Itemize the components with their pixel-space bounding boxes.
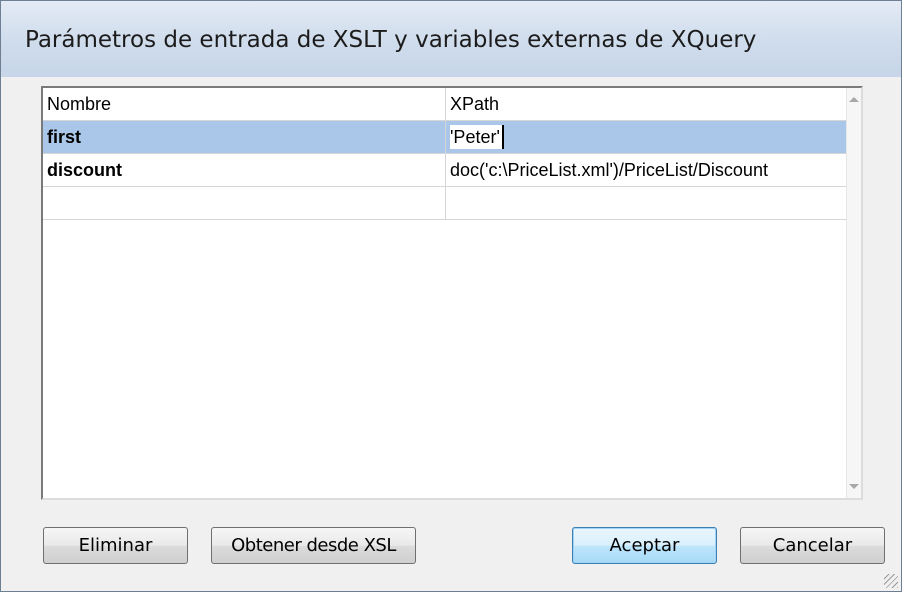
grid-header-row: Nombre XPath — [43, 88, 849, 121]
table-row[interactable]: first 'Peter' — [43, 121, 849, 154]
get-from-xsl-button[interactable]: Obtener desde XSL — [211, 527, 416, 564]
param-xpath-cell[interactable] — [446, 187, 849, 219]
vertical-scrollbar[interactable] — [846, 88, 861, 498]
param-xpath-cell[interactable]: 'Peter' — [446, 121, 849, 153]
dialog-title: Parámetros de entrada de XSLT y variable… — [25, 27, 757, 53]
delete-button[interactable]: Eliminar — [43, 527, 188, 564]
dialog-client-area: Nombre XPath first 'Peter' discount doc(… — [9, 77, 893, 591]
param-name-cell[interactable]: first — [43, 121, 446, 153]
param-name-cell[interactable] — [43, 187, 446, 219]
column-header-xpath[interactable]: XPath — [446, 88, 849, 120]
accept-button[interactable]: Aceptar — [572, 527, 717, 564]
table-row-empty[interactable] — [43, 187, 849, 220]
resize-grip-icon[interactable] — [884, 574, 898, 588]
table-row[interactable]: discount doc('c:\PriceList.xml')/PriceLi… — [43, 154, 849, 187]
cancel-button[interactable]: Cancelar — [740, 527, 885, 564]
scroll-up-arrow-icon[interactable] — [849, 97, 859, 102]
grid-rows: Nombre XPath first 'Peter' discount doc(… — [43, 88, 849, 220]
xpath-edit-field[interactable]: 'Peter' — [450, 125, 504, 149]
param-name-cell[interactable]: discount — [43, 154, 446, 186]
param-xpath-cell[interactable]: doc('c:\PriceList.xml')/PriceList/Discou… — [446, 154, 849, 186]
parameters-grid[interactable]: Nombre XPath first 'Peter' discount doc(… — [41, 86, 863, 500]
scroll-down-arrow-icon[interactable] — [849, 484, 859, 489]
column-header-name[interactable]: Nombre — [43, 88, 446, 120]
title-bar[interactable]: Parámetros de entrada de XSLT y variable… — [1, 1, 901, 77]
dialog-window: Parámetros de entrada de XSLT y variable… — [0, 0, 902, 592]
